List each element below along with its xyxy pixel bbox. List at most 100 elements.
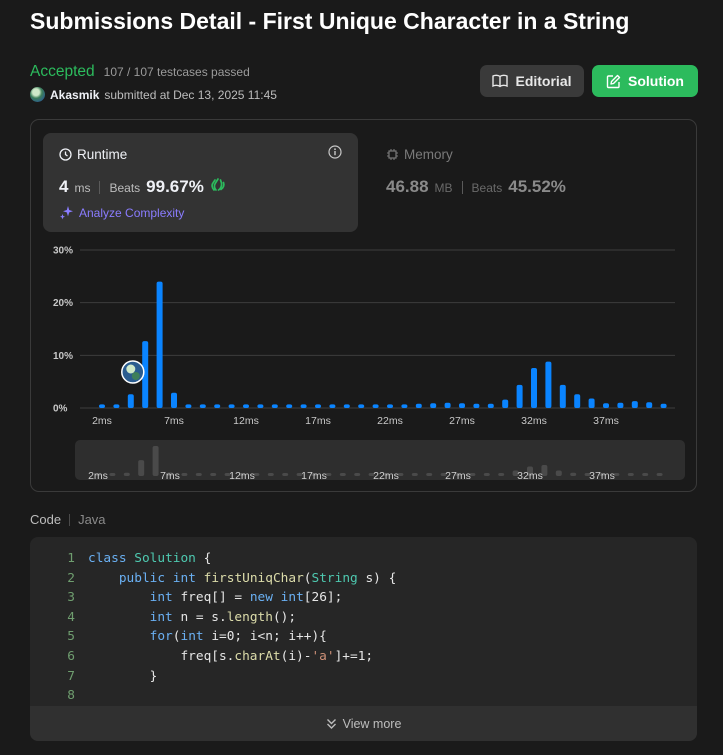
chart-bar: [660, 403, 667, 408]
code-viewer[interactable]: 1 class Solution {2 public int firstUniqC…: [30, 537, 697, 741]
chart-bar: [315, 404, 321, 408]
chart-bar: [214, 404, 221, 408]
chart-bar: [387, 404, 393, 408]
navigator-tick-label: 2ms: [88, 470, 108, 482]
navigator-bar: [555, 470, 562, 476]
chart-bar: [243, 404, 249, 408]
line-number: 1: [67, 551, 75, 566]
navigator-bar: [483, 473, 490, 476]
code-line: 4 int n = s.length();: [30, 608, 396, 628]
x-tick-label: 22ms: [377, 415, 403, 427]
line-number: 2: [67, 570, 75, 586]
chart-bar: [199, 404, 206, 408]
navigator-tick-label: 32ms: [517, 470, 543, 482]
code-line: 2 public int firstUniqChar(String s) {: [30, 569, 396, 589]
chart-bar: [502, 399, 509, 408]
navigator-bar: [138, 460, 145, 476]
chart-bar: [545, 361, 552, 408]
navigator-bar: [354, 473, 361, 476]
code-title: Code: [30, 512, 62, 527]
chart-bar: [113, 404, 120, 408]
navigator-bar: [339, 473, 346, 476]
code-line: 8: [30, 686, 396, 706]
chart-bar: [185, 404, 192, 408]
chart-bar: [343, 404, 350, 408]
navigator-bar: [152, 446, 159, 476]
code-line: 3 int freq[] = new int[26];: [30, 588, 396, 608]
code-line: 1 class Solution {: [30, 549, 396, 569]
chart-bar: [487, 403, 494, 408]
navigator-bar: [267, 473, 274, 476]
navigator-bar: [498, 473, 505, 476]
navigator-tick-label: 17ms: [301, 470, 327, 482]
x-tick-label: 27ms: [449, 415, 475, 427]
chart-bar: [646, 402, 653, 408]
chart-bar: [257, 404, 264, 408]
chart-bar: [99, 404, 105, 408]
chart-bar: [444, 402, 451, 408]
code-language: Java: [78, 512, 106, 527]
x-tick-label: 32ms: [521, 415, 547, 427]
code-line-text: for(int i=0; i<n; i++){: [149, 629, 327, 645]
navigator-bar: [426, 473, 433, 476]
chart-bar: [459, 403, 465, 408]
code-line-text: int n = s.length();: [149, 609, 297, 625]
chart-bar: [574, 394, 581, 408]
x-tick-label: 17ms: [305, 415, 331, 427]
chart-bar: [228, 404, 235, 408]
navigator-bar: [627, 473, 634, 476]
chart-bar: [286, 404, 293, 408]
chart-bar: [415, 403, 422, 408]
navigator-bar: [210, 473, 217, 476]
x-tick-label: 2ms: [92, 415, 112, 427]
navigator-tick-label: 12ms: [229, 470, 255, 482]
navigator-bar: [123, 472, 130, 476]
line-number: 4: [67, 609, 75, 625]
line-number: 3: [67, 590, 75, 606]
line-number: 6: [67, 648, 75, 664]
line-number: 7: [67, 668, 75, 684]
code-line-text: int freq[] = new int[26];: [149, 590, 343, 606]
chart-bar: [617, 402, 624, 408]
navigator-bar: [181, 473, 188, 476]
code-line: 7 }: [30, 667, 396, 687]
chart-bar: [430, 403, 437, 408]
code-line: 6 freq[s.charAt(i)-'a']+=1;: [30, 647, 396, 667]
navigator-bar: [195, 473, 202, 476]
chart-bar: [473, 403, 480, 408]
navigator-tick-label: 37ms: [589, 470, 615, 482]
x-tick-label: 37ms: [593, 415, 619, 427]
y-tick-label: 10%: [53, 351, 73, 362]
chart-bar: [516, 384, 523, 408]
navigator-bar: [411, 473, 418, 476]
submission-marker-shade: [131, 372, 140, 380]
navigator-bar: [642, 473, 649, 476]
x-tick-label: 12ms: [233, 415, 259, 427]
chart-bar: [300, 404, 307, 408]
chart-bar: [127, 394, 134, 408]
chart-bar: [171, 392, 177, 408]
navigator-tick-label: 22ms: [373, 470, 399, 482]
navigator-tick-label: 7ms: [160, 470, 180, 482]
chart-bar: [358, 404, 365, 408]
chart-bar: [401, 404, 408, 408]
navigator-bar: [570, 472, 577, 476]
code-line-text: }: [88, 668, 158, 684]
navigator-tick-label: 27ms: [445, 470, 471, 482]
line-number: 5: [67, 629, 75, 645]
runtime-distribution-chart[interactable]: 0% 10% 20% 30% 2ms 7ms 12ms 17ms 22ms 27ms 32ms 37m…: [0, 0, 723, 500]
y-tick-label: 20%: [53, 298, 73, 309]
chevron-double-down-icon: [326, 718, 336, 729]
navigator-bar: [109, 473, 116, 476]
x-tick-label: 7ms: [164, 415, 184, 427]
y-tick-label: 30%: [53, 246, 73, 257]
code-lines: 1 class Solution {2 public int firstUniqC…: [30, 549, 396, 706]
view-more-label: View more: [342, 716, 402, 731]
code-line-text: public int firstUniqChar(String s) {: [118, 570, 397, 586]
navigator-bar: [656, 473, 663, 476]
view-more-button[interactable]: View more: [30, 706, 697, 741]
line-number: 8: [67, 688, 75, 704]
y-tick-label: 0%: [53, 404, 68, 415]
code-header: Code Java: [30, 512, 106, 527]
chart-bar: [531, 367, 537, 408]
